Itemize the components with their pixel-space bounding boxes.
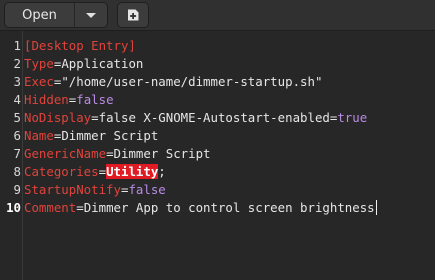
line-number: 7 bbox=[13, 146, 21, 161]
line-number-current: 10 bbox=[6, 200, 21, 215]
open-menu-button[interactable] bbox=[75, 2, 108, 28]
entry-value: false bbox=[128, 182, 166, 197]
entry-key: Type bbox=[24, 56, 54, 71]
entry-value-extra: ; bbox=[158, 164, 166, 179]
code-line[interactable]: Type=Application bbox=[24, 55, 143, 73]
entry-key: Hidden bbox=[24, 92, 69, 107]
entry-key: NoDisplay bbox=[24, 110, 92, 125]
entry-key: StartupNotify bbox=[24, 182, 121, 197]
line-number: 9 bbox=[13, 182, 21, 197]
entry-key: Comment bbox=[24, 200, 77, 215]
line-number: 3 bbox=[13, 74, 21, 89]
new-tab-button[interactable] bbox=[117, 2, 149, 28]
entry-key: GenericName bbox=[24, 146, 107, 161]
entry-value: Application bbox=[61, 56, 144, 71]
entry-value: false X-GNOME-Autostart-enabled= bbox=[98, 110, 338, 125]
entry-key: Exec bbox=[24, 74, 54, 89]
line-number: 6 bbox=[13, 128, 21, 143]
code-line[interactable]: Categories=Utility; bbox=[24, 163, 166, 181]
search-highlight: Utility bbox=[106, 164, 159, 179]
equals-sign: = bbox=[91, 110, 99, 125]
code-line[interactable]: [Desktop Entry] bbox=[24, 37, 136, 55]
text-cursor bbox=[375, 200, 377, 215]
entry-value: Dimmer Script bbox=[61, 128, 159, 143]
new-document-icon bbox=[128, 9, 139, 21]
equals-sign: = bbox=[98, 164, 107, 179]
code-line[interactable]: Name=Dimmer Script bbox=[24, 127, 158, 145]
code-line[interactable]: Exec="/home/user-name/dimmer-startup.sh" bbox=[24, 73, 322, 91]
editor-view[interactable]: 1 2 3 4 5 6 7 8 9 10 [Desktop Entry] Typ… bbox=[0, 31, 435, 280]
code-line[interactable]: GenericName=Dimmer Script bbox=[24, 145, 211, 163]
entry-key: Name bbox=[24, 128, 54, 143]
code-line[interactable]: StartupNotify=false bbox=[24, 181, 166, 199]
equals-sign: = bbox=[106, 146, 114, 161]
header-bar: Open bbox=[0, 0, 435, 31]
section-header: [Desktop Entry] bbox=[24, 38, 136, 53]
line-number: 4 bbox=[13, 92, 21, 107]
code-line[interactable]: NoDisplay=false X-GNOME-Autostart-enable… bbox=[24, 109, 367, 127]
entry-key: Categories bbox=[24, 164, 99, 179]
code-line[interactable]: Hidden=false bbox=[24, 91, 114, 109]
entry-value: false bbox=[76, 92, 114, 107]
line-number-gutter: 1 2 3 4 5 6 7 8 9 10 bbox=[0, 31, 23, 280]
line-number: 8 bbox=[13, 164, 21, 179]
equals-sign: = bbox=[76, 200, 84, 215]
code-line-current[interactable]: Comment=Dimmer App to control screen bri… bbox=[24, 199, 377, 217]
entry-value: Dimmer Script bbox=[113, 146, 211, 161]
open-button-group: Open bbox=[4, 2, 108, 28]
text-editor-window: Open 1 2 3 4 5 6 7 8 9 10 [Desktop Entry… bbox=[0, 0, 435, 280]
line-number: 1 bbox=[13, 38, 21, 53]
entry-value-extra: true bbox=[337, 110, 368, 125]
line-number: 5 bbox=[13, 110, 21, 125]
chevron-down-icon bbox=[86, 12, 96, 18]
open-button[interactable]: Open bbox=[4, 2, 75, 28]
entry-value: "/home/user-name/dimmer-startup.sh" bbox=[61, 74, 323, 89]
entry-value: Dimmer App to control screen brightness bbox=[83, 200, 375, 215]
open-button-label: Open bbox=[22, 7, 57, 23]
line-number: 2 bbox=[13, 56, 21, 71]
